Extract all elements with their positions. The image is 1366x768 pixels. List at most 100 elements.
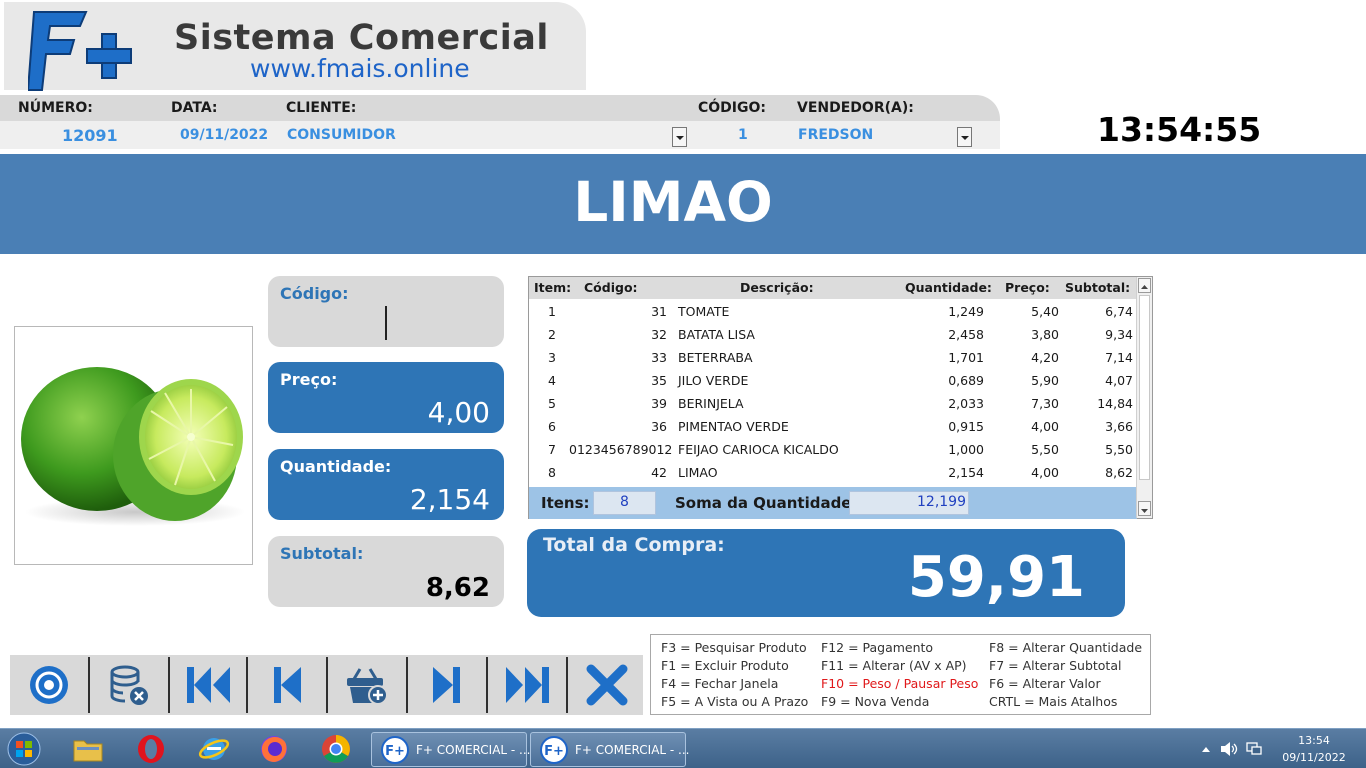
taskbar-opera[interactable] bbox=[133, 733, 169, 765]
numero-value: 12091 bbox=[62, 126, 118, 145]
cell-descricao: BATATA LISA bbox=[678, 327, 755, 342]
sale-header: NÚMERO: DATA: CLIENTE: CÓDIGO: VENDEDOR(… bbox=[0, 95, 1000, 150]
table-row[interactable]: 6 36 PIMENTAO VERDE 0,915 4,00 3,66 bbox=[529, 416, 1137, 439]
shortcut-item: F1 = Excluir Produto bbox=[661, 658, 789, 673]
vendedor-dropdown-button[interactable] bbox=[957, 127, 972, 147]
total-label: Total da Compra: bbox=[543, 534, 725, 556]
scroll-up-button[interactable] bbox=[1138, 278, 1151, 293]
quantidade-field-label: Quantidade: bbox=[280, 457, 392, 476]
tray-clock[interactable]: 13:54 bbox=[1284, 734, 1344, 747]
previous-record-button[interactable] bbox=[248, 655, 326, 715]
cell-descricao: BERINJELA bbox=[678, 396, 744, 411]
task-label: F+ COMERCIAL - ... bbox=[416, 743, 531, 757]
taskbar-explorer[interactable] bbox=[70, 733, 106, 765]
soma-value: 12,199 bbox=[849, 491, 969, 515]
cell-item: 3 bbox=[548, 350, 556, 365]
codigo-value[interactable]: 1 bbox=[738, 127, 748, 143]
subtotal-field[interactable]: Subtotal: 8,62 bbox=[268, 536, 504, 607]
cell-quantidade: 2,033 bbox=[948, 396, 984, 411]
cell-subtotal: 9,34 bbox=[1105, 327, 1133, 342]
first-record-button[interactable] bbox=[170, 655, 248, 715]
cell-preco: 4,20 bbox=[1031, 350, 1059, 365]
quantidade-field-value: 2,154 bbox=[409, 483, 490, 516]
shortcut-item: F8 = Alterar Quantidade bbox=[989, 640, 1143, 655]
tray-date[interactable]: 09/11/2022 bbox=[1278, 751, 1350, 764]
cell-item: 4 bbox=[548, 373, 556, 388]
basket-add-icon bbox=[347, 668, 388, 705]
taskbar-firefox[interactable] bbox=[256, 733, 292, 765]
last-record-button[interactable] bbox=[488, 655, 566, 715]
cell-quantidade: 0,915 bbox=[948, 419, 984, 434]
product-image bbox=[14, 326, 253, 565]
add-to-basket-button[interactable] bbox=[328, 655, 406, 715]
table-footer: Itens: 8 Soma da Quantidade: 12,199 bbox=[529, 487, 1137, 519]
cell-item: 1 bbox=[548, 304, 556, 319]
cell-preco: 4,00 bbox=[1031, 419, 1059, 434]
cell-preco: 4,00 bbox=[1031, 465, 1059, 480]
data-label: DATA: bbox=[171, 100, 218, 116]
fmais-logo bbox=[28, 11, 132, 91]
table-row[interactable]: 8 42 LIMAO 2,154 4,00 8,62 bbox=[529, 462, 1137, 485]
table-row[interactable]: 4 35 JILO VERDE 0,689 5,90 4,07 bbox=[529, 370, 1137, 393]
cell-codigo: 31 bbox=[651, 304, 667, 319]
cell-item: 7 bbox=[548, 442, 556, 457]
fmais-app-icon: F+ bbox=[540, 736, 568, 764]
network-button[interactable] bbox=[1243, 733, 1265, 765]
preco-field[interactable]: Preço: 4,00 bbox=[268, 362, 504, 433]
scroll-thumb[interactable] bbox=[1139, 295, 1150, 480]
table-row[interactable]: 1 31 TOMATE 1,249 5,40 6,74 bbox=[529, 301, 1137, 324]
items-table[interactable]: Item: Código: Descrição: Quantidade: Pre… bbox=[528, 276, 1153, 519]
task-label: F+ COMERCIAL - ... bbox=[575, 743, 690, 757]
delete-record-button[interactable] bbox=[90, 655, 168, 715]
shortcut-item-highlighted: F10 = Peso / Pausar Peso bbox=[821, 676, 979, 691]
cliente-dropdown-button[interactable] bbox=[672, 127, 687, 147]
table-scrollbar[interactable] bbox=[1136, 277, 1152, 518]
itens-label: Itens: bbox=[541, 494, 590, 512]
cell-quantidade: 1,701 bbox=[948, 350, 984, 365]
shortcuts-panel: F3 = Pesquisar Produto F1 = Excluir Prod… bbox=[650, 634, 1151, 715]
cell-subtotal: 5,50 bbox=[1105, 442, 1133, 457]
cell-subtotal: 3,66 bbox=[1105, 419, 1133, 434]
internet-explorer-icon bbox=[198, 738, 230, 760]
volume-button[interactable] bbox=[1218, 733, 1240, 765]
taskbar-task-comercial-1[interactable]: F+ F+ COMERCIAL - ... bbox=[371, 732, 531, 767]
table-row[interactable]: 7 0123456789012 FEIJAO CARIOCA KICALDO 1,00… bbox=[529, 439, 1137, 462]
record-button[interactable] bbox=[10, 655, 88, 715]
table-row[interactable]: 3 33 BETERRABA 1,701 4,20 7,14 bbox=[529, 347, 1137, 370]
start-button[interactable] bbox=[4, 732, 44, 766]
cliente-select[interactable]: CONSUMIDOR bbox=[287, 127, 396, 143]
taskbar: F+ F+ COMERCIAL - ... F+ F+ COMERCIAL - … bbox=[0, 728, 1366, 768]
shortcut-item: F12 = Pagamento bbox=[821, 640, 934, 655]
shortcut-item: F11 = Alterar (AV x AP) bbox=[821, 658, 967, 673]
data-value[interactable]: 09/11/2022 bbox=[180, 127, 268, 143]
shortcut-item: F7 = Alterar Subtotal bbox=[989, 658, 1122, 673]
codigo-input[interactable]: Código: bbox=[268, 276, 504, 347]
taskbar-ie[interactable] bbox=[196, 733, 232, 765]
soma-label: Soma da Quantidade: bbox=[675, 494, 858, 512]
next-record-button[interactable] bbox=[408, 655, 486, 715]
total-panel: Total da Compra: 59,91 bbox=[527, 529, 1125, 617]
vendedor-select[interactable]: FREDSON bbox=[798, 127, 873, 143]
vendedor-label: VENDEDOR(A): bbox=[797, 100, 914, 116]
shortcut-item: F9 = Nova Venda bbox=[821, 694, 930, 709]
col-descricao: Descrição: bbox=[740, 280, 814, 295]
logo-banner: Sistema Comercial www.fmais.online bbox=[4, 2, 586, 91]
total-value: 59,91 bbox=[907, 545, 1085, 610]
quantidade-field[interactable]: Quantidade: 2,154 bbox=[268, 449, 504, 520]
cell-codigo: 35 bbox=[651, 373, 667, 388]
arrow-up-icon bbox=[1141, 285, 1148, 289]
table-row[interactable]: 5 39 BERINJELA 2,033 7,30 14,84 bbox=[529, 393, 1137, 416]
fmais-app-icon: F+ bbox=[381, 736, 409, 764]
table-row[interactable]: 2 32 BATATA LISA 2,458 3,80 9,34 bbox=[529, 324, 1137, 347]
taskbar-chrome[interactable] bbox=[318, 733, 354, 765]
cell-item: 8 bbox=[548, 465, 556, 480]
cell-preco: 5,50 bbox=[1031, 442, 1059, 457]
tray-expand-button[interactable] bbox=[1198, 733, 1214, 765]
scroll-down-button[interactable] bbox=[1138, 501, 1151, 516]
close-button[interactable] bbox=[568, 655, 646, 715]
chrome-icon bbox=[322, 735, 350, 763]
cell-subtotal: 14,84 bbox=[1097, 396, 1133, 411]
cell-quantidade: 2,154 bbox=[948, 465, 984, 480]
taskbar-task-comercial-2[interactable]: F+ F+ COMERCIAL - ... bbox=[530, 732, 690, 767]
cell-subtotal: 6,74 bbox=[1105, 304, 1133, 319]
